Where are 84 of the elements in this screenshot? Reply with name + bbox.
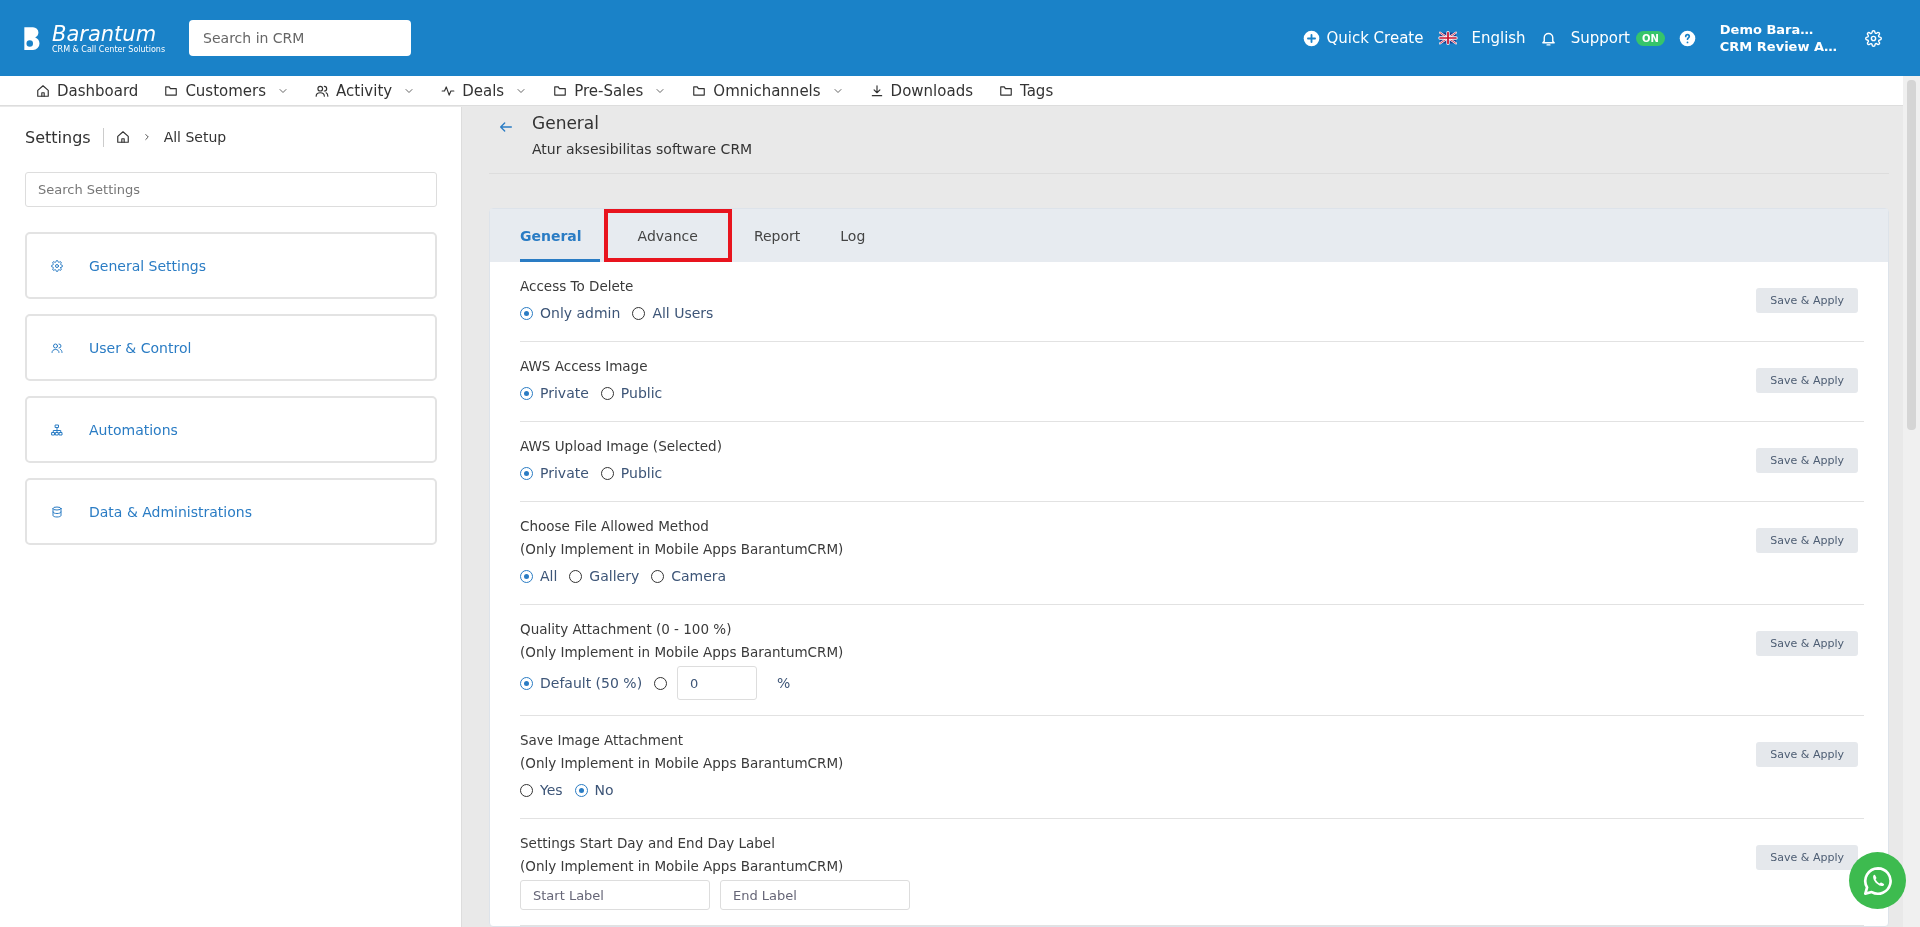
folder-icon bbox=[553, 83, 568, 98]
tab[interactable]: Log bbox=[822, 209, 884, 262]
radio-label[interactable]: All bbox=[540, 568, 558, 584]
support-toggle[interactable]: Support ON bbox=[1570, 29, 1665, 47]
search-field[interactable]: Search Settings bbox=[25, 172, 437, 207]
chat-bubble-icon bbox=[1861, 864, 1894, 897]
nav-item[interactable]: Customers bbox=[164, 81, 290, 100]
input-field[interactable]: Start Label bbox=[520, 880, 710, 910]
radio-label[interactable]: Private bbox=[540, 465, 589, 481]
user-company: CRM Review A… bbox=[1719, 38, 1837, 55]
setting-label: AWS Access Image bbox=[520, 357, 649, 376]
language-selector[interactable]: English bbox=[1437, 29, 1526, 47]
people-icon bbox=[315, 83, 330, 98]
flag-icon bbox=[1437, 30, 1460, 46]
radio-label[interactable]: Public bbox=[620, 385, 663, 401]
save-apply-button[interactable]: Save & Apply bbox=[1756, 448, 1858, 473]
settings-menu-item[interactable]: General Settings bbox=[25, 232, 437, 299]
setting-label: Access To Delete bbox=[520, 277, 635, 296]
nav-item[interactable]: Activity bbox=[315, 81, 416, 100]
radio-label[interactable]: Private bbox=[540, 385, 589, 401]
radio-label[interactable]: Camera bbox=[671, 568, 727, 584]
folder-icon bbox=[999, 83, 1013, 98]
setting-label: (Only Implement in Mobile Apps BarantumCRM) bbox=[520, 857, 845, 876]
pulse-icon bbox=[441, 83, 456, 98]
nav-item[interactable]: Tags bbox=[999, 81, 1054, 100]
radio-label[interactable]: All Users bbox=[652, 305, 714, 321]
setting-label: Save Image Attachment bbox=[520, 731, 685, 750]
breadcrumb-link[interactable]: All Setup bbox=[163, 129, 227, 145]
setting-label: (Only Implement in Mobile Apps BarantumCRM) bbox=[520, 754, 845, 773]
radio-label[interactable]: Yes bbox=[540, 782, 563, 798]
tab[interactable]: General bbox=[520, 209, 600, 262]
folder-icon bbox=[692, 83, 707, 98]
nav-item[interactable]: Pre-Sales bbox=[553, 81, 667, 100]
tab[interactable]: Advance bbox=[603, 209, 732, 262]
radio-label[interactable]: No bbox=[594, 782, 614, 798]
setting-label: Choose File Allowed Method bbox=[520, 517, 710, 536]
nav-item[interactable]: Deals bbox=[441, 81, 528, 100]
download-icon bbox=[869, 83, 884, 98]
nav-item[interactable]: Downloads bbox=[869, 81, 973, 100]
settings-icon[interactable] bbox=[1865, 29, 1882, 47]
setting-label: AWS Upload Image (Selected) bbox=[520, 437, 723, 456]
nav-item[interactable]: Omnichannels bbox=[692, 81, 844, 100]
status-badge: ON bbox=[1635, 30, 1665, 46]
logo-tagline: CRM & Call Center Solutions bbox=[52, 44, 166, 54]
settings-title: Settings bbox=[25, 127, 104, 147]
people-icon bbox=[51, 341, 63, 354]
save-apply-button[interactable]: Save & Apply bbox=[1756, 288, 1858, 313]
setting-label: (Only Implement in Mobile Apps BarantumCRM) bbox=[520, 643, 845, 662]
page-title: General bbox=[532, 113, 600, 133]
tab[interactable]: Report bbox=[735, 209, 819, 262]
plus-circle-icon bbox=[1303, 29, 1321, 47]
folder-icon bbox=[164, 83, 179, 98]
home-icon[interactable] bbox=[115, 130, 130, 144]
settings-menu-item[interactable]: User & Control bbox=[25, 314, 437, 381]
save-apply-button[interactable]: Save & Apply bbox=[1756, 631, 1858, 656]
input-field[interactable]: End Label bbox=[720, 880, 910, 910]
radio-label[interactable]: Only admin bbox=[540, 305, 621, 321]
setting-label: (Only Implement in Mobile Apps BarantumCRM) bbox=[520, 540, 845, 559]
gear-icon bbox=[51, 259, 63, 272]
logo-name: Barantum bbox=[52, 22, 157, 45]
database-icon bbox=[51, 505, 63, 518]
settings-menu-item[interactable]: Data & Administrations bbox=[25, 478, 437, 545]
nav-item[interactable]: Dashboard bbox=[36, 81, 139, 100]
user-name[interactable]: Demo Bara… bbox=[1719, 21, 1837, 38]
save-apply-button[interactable]: Save & Apply bbox=[1756, 845, 1858, 870]
setting-label: Quality Attachment (0 - 100 %) bbox=[520, 620, 733, 639]
setting-label: Settings Start Day and End Day Label bbox=[520, 834, 776, 853]
settings-menu-item[interactable]: Automations bbox=[25, 396, 437, 463]
radio-label[interactable]: Public bbox=[620, 465, 663, 481]
search-field[interactable]: Search in CRM bbox=[189, 20, 412, 56]
unit-label: % bbox=[777, 675, 791, 691]
save-apply-button[interactable]: Save & Apply bbox=[1756, 368, 1858, 393]
radio-label[interactable]: Gallery bbox=[589, 568, 640, 584]
radio-label[interactable]: Default (50 %) bbox=[540, 675, 643, 691]
page-subtitle: Atur aksesibilitas software CRM bbox=[532, 141, 753, 157]
help-icon[interactable] bbox=[1678, 29, 1696, 47]
home-icon bbox=[36, 83, 50, 98]
hierarchy-icon bbox=[51, 423, 63, 436]
back-arrow-icon[interactable] bbox=[498, 119, 514, 135]
number-field[interactable]: 0 bbox=[677, 666, 758, 700]
save-apply-button[interactable]: Save & Apply bbox=[1756, 528, 1858, 553]
quick-create-button[interactable]: Quick Create bbox=[1303, 29, 1424, 47]
save-apply-button[interactable]: Save & Apply bbox=[1756, 742, 1858, 767]
scrollbar-thumb[interactable] bbox=[1907, 80, 1916, 430]
